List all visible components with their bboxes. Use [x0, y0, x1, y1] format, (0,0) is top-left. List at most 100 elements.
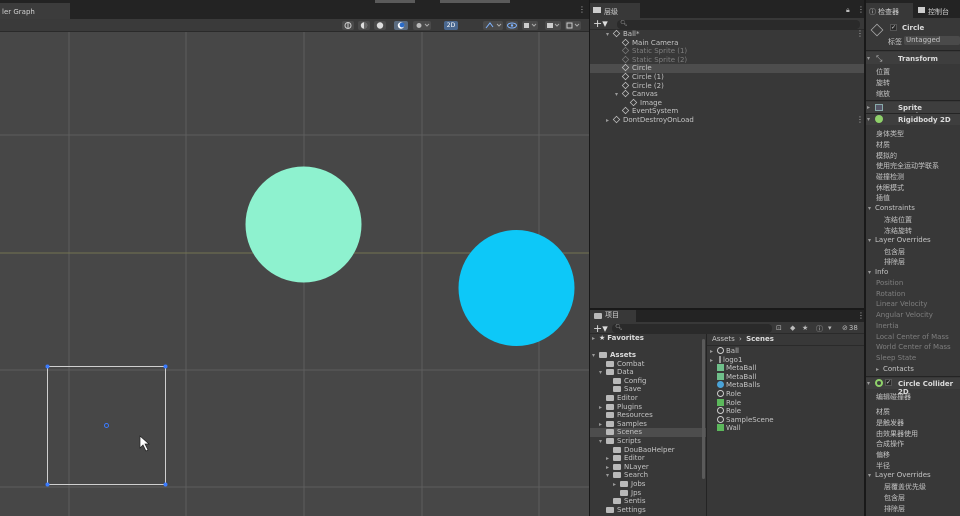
- folder-scenes[interactable]: Scenes: [606, 428, 642, 437]
- file-item-metaball-2[interactable]: MetaBall: [717, 372, 756, 382]
- folder-settings[interactable]: Settings: [606, 506, 646, 515]
- item-label: Static Sprite (1): [632, 47, 688, 56]
- inspector-splitter[interactable]: [864, 0, 866, 516]
- folder-config[interactable]: Config: [613, 377, 646, 386]
- gizmos-dropdown-icon[interactable]: [565, 21, 581, 30]
- folder-scripts[interactable]: ▾ Scripts: [599, 437, 641, 446]
- fx-toggle-icon[interactable]: [413, 21, 431, 30]
- create-add-icon[interactable]: +▾: [593, 17, 608, 30]
- item-label: Circle (1): [632, 73, 664, 81]
- hierarchy-item-dontdestroyonload[interactable]: ▸ DontDestroyOnLoad: [606, 115, 694, 125]
- folder-doubaohelper[interactable]: DouBaoHelper: [613, 446, 675, 455]
- favorites-item[interactable]: ▸ ★ Favorites: [592, 334, 644, 343]
- hierarchy-item-image[interactable]: Image: [629, 98, 662, 108]
- breadcrumb-current[interactable]: Scenes: [746, 335, 774, 343]
- breadcrumb-root[interactable]: Assets: [712, 335, 735, 343]
- folder-jobs[interactable]: ▸ Jobs: [613, 480, 645, 489]
- folder-label: Plugins: [617, 402, 643, 411]
- shading-mode-icon[interactable]: [358, 21, 370, 30]
- lock-icon[interactable]: 🔒︎: [846, 6, 850, 15]
- render-mode-icon[interactable]: [394, 21, 408, 30]
- search-by-label-icon[interactable]: ◆: [790, 324, 795, 332]
- file-item-metaball[interactable]: MetaBall: [717, 364, 756, 373]
- object-name-field[interactable]: Circle: [902, 24, 924, 32]
- folder-jps[interactable]: Jps: [620, 489, 641, 498]
- circle-collider-header[interactable]: ▾ ✓ Circle Collider 2D: [866, 378, 960, 396]
- project-search-input[interactable]: 🔍︎: [612, 324, 772, 333]
- folder-save[interactable]: Save: [613, 385, 641, 394]
- horizontal-splitter[interactable]: [590, 308, 864, 310]
- collider-enabled-checkbox[interactable]: ✓: [885, 379, 892, 386]
- star-icon: ★: [599, 334, 606, 342]
- console-tab-label[interactable]: 控制台: [928, 7, 949, 18]
- active-checkbox[interactable]: ✓: [890, 24, 897, 31]
- folder-nlayer[interactable]: ▸ NLayer: [606, 463, 649, 472]
- file-item-ball[interactable]: ▸ Ball: [710, 347, 739, 356]
- package-icon[interactable]: ▾: [828, 324, 832, 332]
- project-folder-tree: ▸ ★ Favorites ▾ Assets Combat ▾ Data Config …: [590, 334, 706, 516]
- hierarchy-item-canvas[interactable]: ▾ Canvas: [615, 89, 658, 99]
- hierarchy-item-circle-1[interactable]: Circle (1): [621, 72, 664, 82]
- folder-scripts-editor[interactable]: ▸ Editor: [606, 454, 645, 463]
- item-more-icon-2[interactable]: ⋮: [856, 115, 864, 124]
- gameobject-icon: [621, 55, 630, 64]
- collider-layer-overrides-foldout[interactable]: ▾ Layer Overrides: [868, 471, 931, 479]
- file-item-wall[interactable]: Wall: [717, 424, 741, 433]
- info-icon[interactable]: ⓘ: [816, 324, 823, 334]
- camera-settings-icon[interactable]: [545, 21, 561, 30]
- visibility-icon[interactable]: [506, 21, 518, 30]
- hierarchy-item-ball[interactable]: ▾ Ball*: [606, 29, 639, 39]
- hierarchy-item-main-camera[interactable]: Main Camera: [621, 38, 678, 48]
- file-item-samplescene[interactable]: SampleScene: [717, 415, 774, 425]
- green-circle-sprite[interactable]: [245, 166, 362, 283]
- hierarchy-item-circle-2[interactable]: Circle (2): [621, 81, 664, 91]
- rigidbody-header[interactable]: ▾ Rigidbody 2D: [866, 114, 960, 125]
- vertical-splitter[interactable]: [589, 0, 590, 516]
- folder-icon: [606, 438, 614, 444]
- blue-circle-sprite[interactable]: [458, 230, 575, 346]
- file-item-logo1[interactable]: ▸ logo1: [710, 355, 742, 365]
- toggle-2d-button[interactable]: 2D: [444, 21, 458, 30]
- tree-scrollbar[interactable]: [702, 339, 705, 479]
- tag-dropdown[interactable]: Untagged: [904, 36, 960, 45]
- contacts-foldout[interactable]: ▸ Contacts: [876, 365, 914, 373]
- transform-header[interactable]: ▾ ⤡ Transform: [866, 52, 960, 64]
- file-item-metaballs[interactable]: MetaBalls: [717, 381, 760, 390]
- folder-resources[interactable]: Resources: [606, 411, 653, 420]
- hierarchy-search-input[interactable]: 🔍︎: [617, 20, 860, 29]
- scale-label: 缩放: [876, 90, 890, 98]
- gizmo-tools-icon[interactable]: [483, 21, 503, 30]
- interpolate-label: 插值: [876, 194, 890, 202]
- selection-rect[interactable]: [45, 364, 168, 487]
- file-label: MetaBall: [726, 364, 757, 373]
- folder-assets[interactable]: ▾ Assets: [592, 351, 636, 360]
- item-more-icon[interactable]: ⋮: [856, 29, 864, 38]
- hierarchy-item-static-sprite-2[interactable]: Static Sprite (2): [621, 55, 687, 65]
- hierarchy-item-eventsystem[interactable]: EventSystem: [621, 107, 678, 116]
- hierarchy-item-circle[interactable]: Circle: [621, 64, 652, 73]
- scene-more-icon[interactable]: ⋮: [578, 5, 586, 14]
- folder-data[interactable]: ▾ Data: [599, 368, 634, 377]
- sprite-renderer-header[interactable]: ▸ Sprite Renderer: [866, 102, 960, 120]
- folder-icon: [613, 386, 621, 393]
- folder-combat[interactable]: Combat: [606, 360, 644, 369]
- search-by-type-icon[interactable]: ⊡: [776, 324, 782, 332]
- star-filter-icon[interactable]: ★: [802, 324, 808, 332]
- folder-sentis[interactable]: Sentis: [613, 497, 646, 506]
- folder-plugins[interactable]: ▸ Plugins: [599, 403, 642, 412]
- lighting-toggle-icon[interactable]: [374, 21, 386, 30]
- file-item-role[interactable]: Role: [717, 390, 741, 399]
- constraints-foldout[interactable]: ▾ Constraints: [868, 204, 915, 212]
- grid-toggle-icon[interactable]: [342, 21, 354, 30]
- hierarchy-item-static-sprite-1[interactable]: Static Sprite (1): [621, 46, 688, 56]
- scene-viewport[interactable]: [0, 32, 589, 516]
- folder-editor[interactable]: Editor: [606, 394, 638, 403]
- info-foldout[interactable]: ▾ Info: [868, 268, 888, 276]
- layers-icon[interactable]: [522, 21, 538, 30]
- transform-icon: ⤡: [876, 54, 883, 63]
- folder-search[interactable]: ▾ Search: [606, 471, 648, 480]
- file-item-role-2[interactable]: Role: [717, 407, 741, 416]
- folder-samples[interactable]: ▸ Samples: [599, 420, 647, 429]
- layer-overrides-foldout[interactable]: ▾ Layer Overrides: [868, 236, 931, 244]
- file-item-role-script[interactable]: Role: [717, 398, 741, 408]
